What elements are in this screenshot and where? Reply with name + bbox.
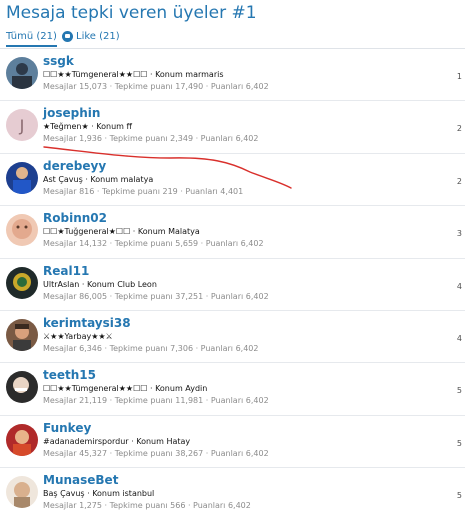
username-link[interactable]: ssgk	[43, 54, 74, 68]
tab-like-label: Like (21)	[76, 31, 120, 42]
list-item: kerimtaysi38 ⚔★★Yarbay★★⚔ Mesajlar 6,346…	[0, 311, 465, 364]
user-stats: Mesajlar 21,119 · Tepkime puanı 11,981 ·…	[43, 396, 269, 406]
avatar[interactable]	[6, 266, 38, 299]
username-link[interactable]: teeth15	[43, 368, 96, 382]
user-stats: Mesajlar 1,275 · Tepkime puanı 566 · Pua…	[43, 501, 251, 511]
avatar[interactable]	[6, 423, 38, 456]
user-title: Baş Çavuş · Konum istanbul	[43, 489, 155, 499]
user-stats: Mesajlar 1,936 · Tepkime puanı 2,349 · P…	[43, 134, 259, 144]
user-title: #adanademirspordur · Konum Hatay	[43, 436, 191, 446]
username-link[interactable]: derebeyy	[43, 159, 106, 173]
username-link[interactable]: kerimtaysi38	[43, 316, 131, 330]
user-stats: Mesajlar 86,005 · Tepkime puanı 37,251 ·…	[43, 291, 269, 301]
user-stats: Mesajlar 45,327 · Tepkime puanı 38,267 ·…	[43, 448, 269, 458]
reaction-count: 4	[456, 281, 462, 291]
user-stats: Mesajlar 816 · Tepkime puanı 219 · Puanl…	[43, 186, 244, 196]
user-title: ☐☐★★Tümgeneral★★☐☐ · Konum Aydin	[43, 384, 208, 394]
tab-bar: Tümü (21) Like (21)	[0, 28, 465, 49]
avatar[interactable]: J	[6, 109, 38, 142]
avatar[interactable]	[6, 318, 38, 351]
list-item: Real11 UltrAslan · Konum Club Leon Mesaj…	[0, 259, 465, 311]
user-title: ☐☐★Tuğgeneral★☐☐ · Konum Malatya	[43, 227, 200, 237]
list-item: derebeyy Ast Çavuş · Konum malatya Mesaj…	[0, 154, 465, 207]
list-item: ssgk ☐☐★★Tümgeneral★★☐☐ · Konum marmaris…	[0, 49, 465, 102]
reaction-count: 5	[456, 491, 462, 501]
avatar[interactable]	[6, 161, 38, 194]
reaction-count: 3	[456, 229, 462, 239]
reaction-count: 4	[456, 333, 462, 343]
user-title: ⚔★★Yarbay★★⚔	[43, 331, 113, 341]
user-title: Ast Çavuş · Konum malatya	[43, 174, 154, 184]
reaction-count: 1	[456, 72, 462, 81]
reaction-count: 5	[456, 386, 462, 396]
list-item: MunaseBet Baş Çavuş · Konum istanbul Mes…	[0, 468, 465, 519]
reaction-count: 2	[456, 176, 462, 186]
avatar[interactable]	[6, 214, 38, 247]
user-stats: Mesajlar 15,073 · Tepkime puanı 17,490 ·…	[43, 82, 269, 91]
username-link[interactable]: MunaseBet	[43, 473, 118, 487]
user-stats: Mesajlar 6,346 · Tepkime puanı 7,306 · P…	[43, 343, 259, 353]
like-icon	[62, 31, 73, 42]
page-title: Mesaja tepki veren üyeler #1	[6, 3, 257, 23]
list-item: Robinn02 ☐☐★Tuğgeneral★☐☐ · Konum Malaty…	[0, 206, 465, 259]
username-link[interactable]: Funkey	[43, 421, 91, 435]
tab-like[interactable]: Like (21)	[62, 31, 120, 42]
user-title: ★Teğmen★ · Konum ff	[43, 122, 133, 132]
avatar[interactable]	[6, 476, 38, 509]
reaction-count: 2	[456, 124, 462, 134]
tab-all[interactable]: Tümü (21)	[6, 31, 57, 47]
list-item: J josephin ★Teğmen★ · Konum ff Mesajlar …	[0, 101, 465, 154]
reactions-list: ssgk ☐☐★★Tümgeneral★★☐☐ · Konum marmaris…	[0, 49, 465, 520]
list-item: Funkey #adanademirspordur · Konum Hatay …	[0, 416, 465, 469]
avatar[interactable]	[6, 57, 38, 89]
username-link[interactable]: Real11	[43, 264, 89, 278]
user-stats: Mesajlar 14,132 · Tepkime puanı 5,659 · …	[43, 239, 264, 249]
user-title: UltrAslan · Konum Club Leon	[43, 279, 157, 289]
avatar[interactable]	[6, 371, 38, 404]
username-link[interactable]: Robinn02	[43, 211, 107, 225]
user-title: ☐☐★★Tümgeneral★★☐☐ · Konum marmaris	[43, 70, 224, 79]
list-item: teeth15 ☐☐★★Tümgeneral★★☐☐ · Konum Aydin…	[0, 363, 465, 416]
username-link[interactable]: josephin	[43, 106, 100, 120]
reaction-count: 5	[456, 438, 462, 448]
